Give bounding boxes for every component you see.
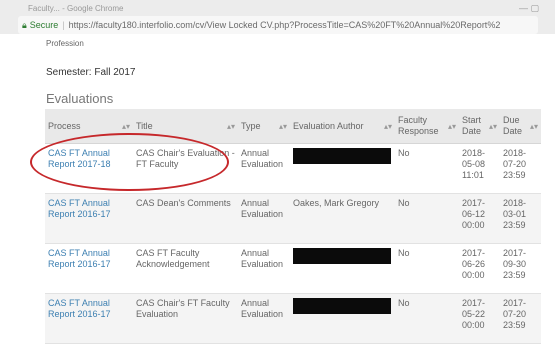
table-row[interactable]: CAS FT Annual Report 2017-18 CAS Chair's… [45, 143, 541, 194]
response-cell: No [398, 248, 410, 258]
secure-label: Secure [29, 20, 59, 30]
title-cell: CAS Chair's Evaluation - FT Faculty [136, 148, 235, 169]
semester-text: Semester: Fall 2017 [46, 67, 136, 78]
table-row[interactable]: CAS FT Annual Report 2016-17 CAS Dean's … [45, 193, 541, 244]
sort-icon[interactable]: ▴▾ [384, 121, 392, 132]
sort-icon[interactable]: ▴▾ [227, 121, 235, 132]
sort-icon[interactable]: ▴▾ [530, 121, 538, 132]
column-header-type[interactable]: Type ▴▾ [238, 109, 290, 144]
table-header-row: Process ▴▾ Title ▴▾ Type ▴▾ Evaluation Auth… [45, 109, 541, 144]
process-link[interactable]: CAS FT Annual Report 2016-17 [48, 298, 111, 319]
due-date-cell: 2018-07-20 23:59 [503, 148, 527, 180]
due-date-cell: 2018-03-01 23:59 [503, 198, 527, 230]
table-row[interactable]: CAS FT Annual Report 2016-17 CAS Chair's… [45, 293, 541, 344]
type-cell: Annual Evaluation [241, 198, 284, 219]
response-cell: No [398, 298, 410, 308]
process-link[interactable]: CAS FT Annual Report 2016-17 [48, 248, 111, 269]
profession-label: Profession [46, 39, 84, 48]
response-cell: No [398, 148, 410, 158]
sort-icon[interactable]: ▴▾ [448, 121, 456, 132]
process-link[interactable]: CAS FT Annual Report 2016-17 [48, 198, 111, 219]
column-header-response[interactable]: Faculty Response ▴▾ [395, 109, 459, 144]
redacted-author [293, 298, 391, 314]
evaluations-heading: Evaluations [46, 91, 114, 106]
column-header-due-date[interactable]: Due Date ▴▾ [500, 109, 541, 144]
title-cell: CAS Chair's FT Faculty Evaluation [136, 298, 230, 319]
sort-icon[interactable]: ▴▾ [489, 121, 497, 132]
url-text[interactable]: https://faculty180.interfolio.com/cv/Vie… [69, 20, 501, 30]
due-date-cell: 2017-07-20 23:59 [503, 298, 527, 330]
redacted-author [293, 148, 391, 164]
column-header-process[interactable]: Process ▴▾ [45, 109, 133, 144]
browser-tab[interactable]: Faculty... - Google Chrome [28, 4, 238, 13]
start-date-cell: 2017-06-26 00:00 [462, 248, 486, 280]
lock-icon: 🔒︎ [22, 19, 27, 30]
title-cell: CAS FT Faculty Acknowledgement [136, 248, 210, 269]
address-separator: | [62, 20, 65, 30]
sort-icon[interactable]: ▴▾ [279, 121, 287, 132]
column-header-title[interactable]: Title ▴▾ [133, 109, 238, 144]
sort-icon[interactable]: ▴▾ [122, 121, 130, 132]
title-cell: CAS Dean's Comments [136, 198, 231, 208]
type-cell: Annual Evaluation [241, 298, 284, 319]
window-controls[interactable]: — ▢ [519, 3, 539, 14]
column-header-author[interactable]: Evaluation Author ▴▾ [290, 109, 395, 144]
column-header-start-date[interactable]: Start Date ▴▾ [459, 109, 500, 144]
start-date-cell: 2017-06-12 00:00 [462, 198, 486, 230]
type-cell: Annual Evaluation [241, 148, 284, 169]
start-date-cell: 2018-05-08 11:01 [462, 148, 486, 180]
address-bar[interactable]: 🔒︎ Secure | https://faculty180.interfoli… [18, 16, 538, 34]
due-date-cell: 2017-09-30 23:59 [503, 248, 527, 280]
evaluations-table: Process ▴▾ Title ▴▾ Type ▴▾ Evaluation Auth… [45, 109, 541, 344]
redacted-author [293, 248, 391, 264]
type-cell: Annual Evaluation [241, 248, 284, 269]
process-link[interactable]: CAS FT Annual Report 2017-18 [48, 148, 111, 169]
browser-chrome: Faculty... - Google Chrome — ▢ 🔒︎ Secure… [0, 0, 555, 34]
response-cell: No [398, 198, 410, 208]
author-cell: Oakes, Mark Gregory [293, 198, 380, 208]
start-date-cell: 2017-05-22 00:00 [462, 298, 486, 330]
table-row[interactable]: CAS FT Annual Report 2016-17 CAS FT Facu… [45, 243, 541, 294]
